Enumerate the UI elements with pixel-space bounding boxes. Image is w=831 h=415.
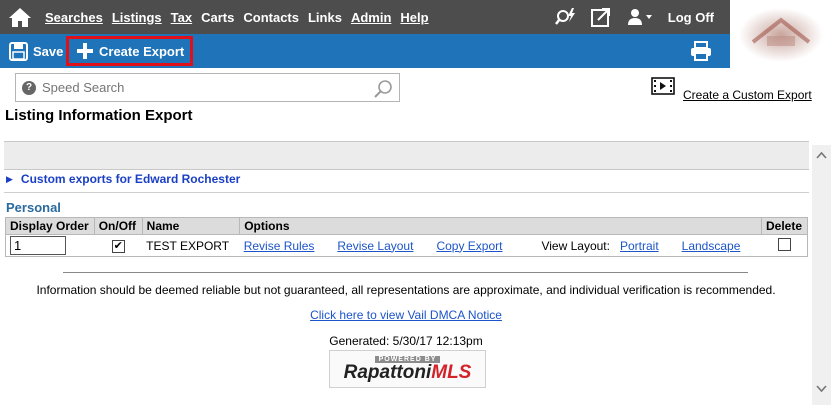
revise-layout-link[interactable]: Revise Layout (337, 239, 413, 253)
dmca-link[interactable]: Click here to view Vail DMCA Notice (0, 308, 812, 322)
save-label: Save (33, 43, 64, 59)
col-on-off: On/Off (93, 217, 143, 235)
video-tutorial-icon[interactable] (651, 77, 675, 95)
col-display-order: Display Order (5, 217, 95, 235)
nav-help[interactable]: Help (400, 10, 428, 25)
brand-black: Rapattoni (343, 361, 432, 383)
copy-export-link[interactable]: Copy Export (436, 239, 502, 253)
scroll-down-icon[interactable] (816, 385, 827, 396)
revise-rules-link[interactable]: Revise Rules (244, 239, 315, 253)
generated-timestamp: Generated: 5/30/17 12:13pm (329, 334, 483, 348)
user-menu-icon[interactable] (626, 0, 656, 34)
nav-right: Log Off (554, 0, 730, 34)
landscape-link[interactable]: Landscape (682, 239, 741, 253)
grey-header-bar (4, 141, 809, 170)
section-title-personal: Personal (6, 200, 61, 215)
delete-checkbox[interactable] (777, 237, 791, 251)
page-title: Listing Information Export (5, 107, 193, 124)
view-layout-label: View Layout: (541, 238, 610, 253)
disclaimer-text: Information should be deemed reliable bu… (36, 283, 776, 297)
action-toolbar: Save Create Export (0, 34, 730, 68)
col-options: Options (239, 217, 762, 235)
nav-contacts[interactable]: Contacts (243, 10, 299, 25)
brand-name: RapattoniMLS (343, 361, 472, 383)
table-header-row: Display Order On/Off Name Options Delete (5, 217, 809, 235)
logoff-link[interactable]: Log Off (668, 10, 714, 25)
vertical-scrollbar[interactable] (812, 145, 831, 405)
exports-table: Display Order On/Off Name Options Delete… (5, 217, 809, 257)
portrait-link[interactable]: Portrait (620, 239, 659, 253)
on-off-cell: ✔ (94, 234, 143, 257)
external-window-icon[interactable] (588, 0, 614, 34)
nav-carts[interactable]: Carts (201, 10, 234, 25)
save-button[interactable]: Save (9, 34, 63, 68)
nav-tax[interactable]: Tax (171, 10, 192, 25)
create-custom-export-link[interactable]: Create a Custom Export (683, 88, 812, 102)
footer-divider (63, 272, 748, 273)
print-button[interactable] (690, 34, 712, 68)
company-logo (730, 0, 831, 68)
display-order-cell (5, 234, 95, 257)
col-name: Name (141, 217, 241, 235)
custom-exports-toggle[interactable]: ▶ Custom exports for Edward Rochester (6, 172, 240, 186)
nav-admin[interactable]: Admin (351, 10, 391, 25)
nav-searches[interactable]: Searches (45, 10, 103, 25)
speed-search-input[interactable] (42, 80, 362, 95)
powered-by-logo[interactable]: POWERED BY RapattoniMLS (329, 350, 486, 388)
nav-links[interactable]: Links (308, 10, 342, 25)
help-icon[interactable]: ? (22, 80, 36, 95)
divider (4, 192, 809, 193)
create-export-button[interactable]: Create Export (66, 36, 194, 66)
plus-icon (77, 43, 93, 59)
speed-search-box: ? (15, 73, 400, 102)
brand-red: MLS (431, 361, 472, 383)
home-icon[interactable] (4, 0, 36, 34)
dmca-link-text[interactable]: Click here to view Vail DMCA Notice (310, 308, 502, 322)
create-export-label: Create Export (99, 43, 185, 59)
save-icon (9, 41, 28, 61)
table-row: ✔ TEST EXPORT Revise Rules Revise Layout… (5, 234, 809, 257)
quick-search-icon[interactable] (554, 0, 580, 34)
expand-triangle-icon: ▶ (6, 173, 13, 184)
scroll-up-icon[interactable] (816, 151, 827, 162)
top-nav: Searches Listings Tax Carts Contacts Lin… (0, 0, 730, 34)
search-icon[interactable] (373, 79, 393, 99)
printer-icon (691, 41, 711, 61)
delete-cell (761, 234, 809, 257)
nav-listings[interactable]: Listings (112, 10, 162, 25)
col-delete: Delete (760, 217, 809, 235)
custom-exports-label: Custom exports for Edward Rochester (20, 172, 241, 186)
export-name: TEST EXPORT (142, 234, 240, 257)
options-cell: Revise Rules Revise Layout Copy Export V… (239, 234, 762, 257)
display-order-input[interactable] (10, 236, 66, 255)
on-off-checkbox[interactable]: ✔ (111, 240, 125, 253)
app-frame: Searches Listings Tax Carts Contacts Lin… (0, 0, 831, 415)
